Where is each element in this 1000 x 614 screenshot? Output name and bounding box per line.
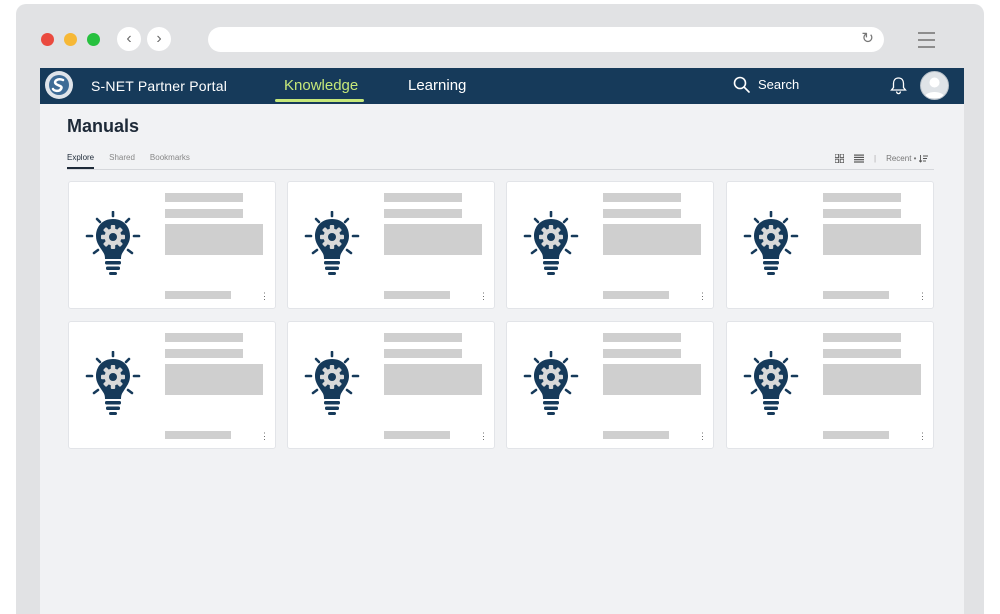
nav-learning[interactable]: Learning [408,77,466,94]
subtitle-placeholder [603,209,681,218]
bell-icon [890,77,907,95]
controls-separator: | [874,154,877,163]
portal-logo[interactable] [45,71,73,99]
description-placeholder [823,364,921,395]
lightbulb-gear-icon [84,350,142,419]
more-options-icon[interactable]: ⋮ [698,292,707,301]
content-tabs: Explore Shared Bookmarks [67,153,190,169]
more-options-icon[interactable]: ⋮ [698,432,707,441]
description-placeholder [823,224,921,255]
chevron-right-icon: › [156,30,162,47]
nav-knowledge[interactable]: Knowledge [284,77,358,94]
manual-card[interactable]: ⋮ [506,181,714,309]
meta-placeholder [823,431,889,439]
manual-card[interactable]: ⋮ [68,321,276,449]
tab-shared[interactable]: Shared [109,153,135,169]
description-placeholder [603,224,701,255]
address-bar[interactable]: ↻ [208,27,884,52]
more-options-icon[interactable]: ⋮ [260,432,269,441]
title-placeholder [603,333,681,342]
subtitle-placeholder [165,349,243,358]
manual-card[interactable]: ⋮ [287,321,495,449]
view-controls: | Recent • [835,154,929,163]
description-placeholder [165,224,263,255]
manual-card[interactable]: ⋮ [68,181,276,309]
subtitle-placeholder [823,349,901,358]
search-icon [733,76,750,93]
notifications-button[interactable] [890,76,907,100]
top-navigation-bar: S-NET Partner Portal Knowledge Learning … [40,68,964,104]
chevron-left-icon: ‹ [126,30,132,47]
description-placeholder [384,224,482,255]
page-title: Manuals [67,116,140,136]
meta-placeholder [823,291,889,299]
search-label: Search [758,77,800,92]
subtitle-placeholder [823,209,901,218]
manual-card[interactable]: ⋮ [287,181,495,309]
meta-placeholder [603,291,669,299]
browser-menu-button[interactable] [918,32,935,53]
meta-placeholder [165,291,231,299]
brand-name: S-NET Partner Portal [91,78,228,94]
description-placeholder [165,364,263,395]
hamburger-icon [918,32,935,34]
lightbulb-gear-icon [84,210,142,279]
sort-icon [919,154,929,163]
subtitle-placeholder [603,349,681,358]
search-button[interactable]: Search [733,76,799,93]
lightbulb-gear-icon [522,210,580,279]
tab-divider [67,169,934,170]
sort-label: Recent • [886,154,917,163]
sort-button[interactable]: Recent • [886,154,929,163]
lightbulb-gear-icon [742,350,800,419]
more-options-icon[interactable]: ⋮ [918,292,927,301]
tab-bookmarks[interactable]: Bookmarks [150,153,190,169]
user-icon [924,77,945,98]
description-placeholder [384,364,482,395]
grid-view-icon[interactable] [835,154,844,163]
lightbulb-gear-icon [522,350,580,419]
more-options-icon[interactable]: ⋮ [918,432,927,441]
subtitle-placeholder [165,209,243,218]
forward-button[interactable]: › [147,27,171,51]
active-nav-indicator [275,99,364,102]
user-avatar[interactable] [920,71,949,100]
list-view-icon[interactable] [854,154,864,163]
minimize-window-button[interactable] [64,33,77,46]
close-window-button[interactable] [41,33,54,46]
meta-placeholder [165,431,231,439]
maximize-window-button[interactable] [87,33,100,46]
more-options-icon[interactable]: ⋮ [260,292,269,301]
more-options-icon[interactable]: ⋮ [479,432,488,441]
title-placeholder [165,333,243,342]
subtitle-placeholder [384,209,462,218]
title-placeholder [823,333,901,342]
description-placeholder [603,364,701,395]
title-placeholder [384,333,462,342]
title-placeholder [603,193,681,202]
lightbulb-gear-icon [303,210,361,279]
title-placeholder [384,193,462,202]
more-options-icon[interactable]: ⋮ [479,292,488,301]
portal-screen: S-NET Partner Portal Knowledge Learning … [40,68,964,614]
manual-card[interactable]: ⋮ [726,181,934,309]
reload-icon[interactable]: ↻ [861,31,874,46]
meta-placeholder [384,431,450,439]
meta-placeholder [603,431,669,439]
s-logo-icon [49,75,69,95]
lightbulb-gear-icon [303,350,361,419]
lightbulb-gear-icon [742,210,800,279]
meta-placeholder [384,291,450,299]
manual-card[interactable]: ⋮ [506,321,714,449]
title-placeholder [165,193,243,202]
back-button[interactable]: ‹ [117,27,141,51]
subtitle-placeholder [384,349,462,358]
title-placeholder [823,193,901,202]
manual-card[interactable]: ⋮ [726,321,934,449]
tab-explore[interactable]: Explore [67,153,95,169]
